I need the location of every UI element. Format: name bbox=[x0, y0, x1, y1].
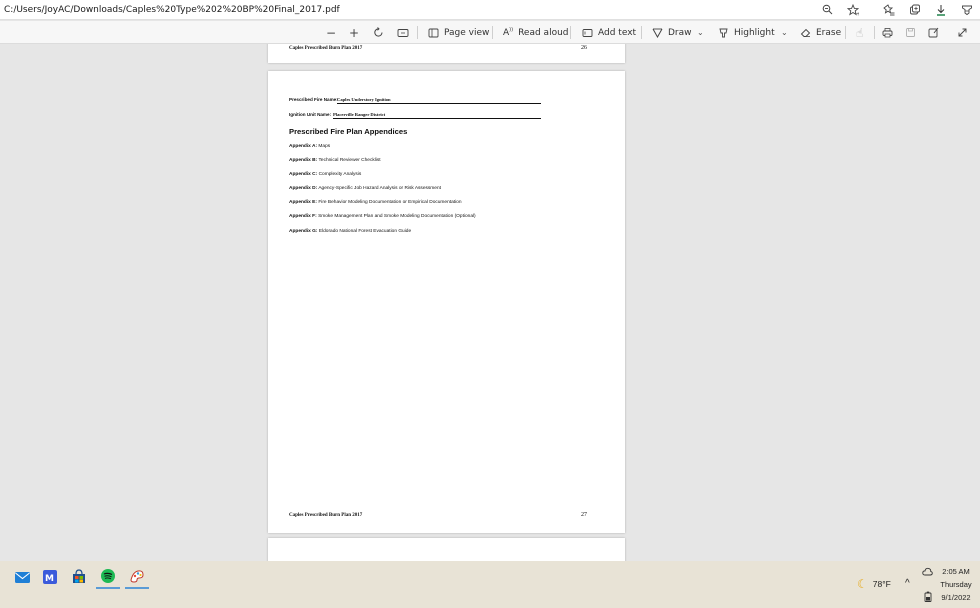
appendix-item: Appendix E: Fire Behavior Modeling Docum… bbox=[289, 200, 462, 205]
add-text-label: Add text bbox=[598, 27, 637, 38]
toolbar-divider bbox=[874, 26, 875, 39]
unit-name-value: Placerville Ranger District bbox=[333, 112, 386, 117]
page-view-button[interactable]: Page view bbox=[428, 21, 489, 44]
store-icon[interactable] bbox=[67, 565, 91, 589]
clock-time[interactable]: 2:05 AM bbox=[938, 567, 974, 576]
erase-label: Erase bbox=[816, 27, 842, 38]
read-aloud-label: Read aloud bbox=[518, 27, 569, 38]
downloads-icon[interactable] bbox=[928, 0, 954, 20]
unit-name-label: Ignition Unit Name: bbox=[289, 112, 332, 117]
favorite-star-icon[interactable]: + bbox=[840, 0, 866, 20]
save-as-button[interactable] bbox=[928, 21, 939, 44]
fire-name-value: Caples Understory Ignition bbox=[337, 97, 391, 102]
touch-write-button[interactable]: ☝ bbox=[856, 21, 863, 44]
zoom-in-button[interactable]: + bbox=[349, 21, 359, 44]
draw-label: Draw bbox=[668, 27, 692, 38]
pdf-page-26: Caples Prescribed Burn Plan 2017 26 bbox=[268, 44, 625, 63]
tasks-icon[interactable]: M bbox=[38, 565, 62, 589]
save-icon bbox=[906, 28, 915, 37]
favorites-list-icon[interactable] bbox=[876, 0, 902, 20]
address-bar: C:/Users/JoyAC/Downloads/Caples%20Type%2… bbox=[0, 0, 980, 20]
toolbar-divider bbox=[641, 26, 642, 39]
chevron-down-icon: ⌄ bbox=[781, 28, 788, 37]
extensions-icon[interactable] bbox=[954, 0, 980, 20]
mail-icon[interactable] bbox=[10, 565, 34, 589]
appendix-item: Appendix D: Agency-Specific Job Hazard A… bbox=[289, 186, 441, 191]
page-footer-title: Caples Prescribed Burn Plan 2017 bbox=[289, 513, 363, 518]
chevron-down-icon: ⌄ bbox=[697, 28, 704, 37]
print-icon bbox=[882, 28, 893, 38]
fit-page-icon bbox=[397, 28, 409, 37]
battery-icon[interactable] bbox=[924, 591, 932, 604]
eraser-icon bbox=[800, 28, 811, 37]
minus-icon: − bbox=[326, 25, 337, 40]
appendix-item: Appendix F: Smoke Management Plan and Sm… bbox=[289, 214, 476, 219]
read-aloud-button[interactable]: A)) Read aloud bbox=[503, 21, 569, 44]
zoom-icon[interactable] bbox=[814, 0, 840, 20]
weather-temp: 78°F bbox=[872, 579, 891, 589]
highlight-icon bbox=[719, 28, 728, 38]
print-button[interactable] bbox=[882, 21, 893, 44]
fire-name-field: Prescribed Fire Name: Caples Understory … bbox=[289, 97, 541, 104]
highlight-label: Highlight bbox=[734, 27, 775, 38]
section-title: Prescribed Fire Plan Appendices bbox=[289, 127, 408, 136]
draw-options-button[interactable]: ⌄ bbox=[697, 21, 704, 44]
fire-name-label: Prescribed Fire Name: bbox=[289, 97, 338, 102]
add-text-button[interactable]: Add text bbox=[582, 21, 636, 44]
erase-button[interactable]: Erase bbox=[800, 21, 841, 44]
rotate-icon bbox=[374, 27, 383, 37]
toolbar-divider bbox=[417, 26, 418, 39]
read-aloud-icon: A)) bbox=[503, 27, 514, 38]
toolbar-divider bbox=[845, 26, 846, 39]
fit-page-button[interactable] bbox=[397, 21, 409, 44]
toolbar-divider bbox=[570, 26, 571, 39]
moon-icon: ☾ bbox=[857, 577, 868, 591]
highlight-button[interactable]: Highlight bbox=[718, 21, 775, 44]
clock-day[interactable]: Thursday bbox=[938, 580, 974, 589]
spotify-icon[interactable] bbox=[96, 565, 120, 589]
pdf-toolbar: − + Page view A)) Read aloud Add text Dr… bbox=[0, 21, 980, 44]
unit-name-field: Ignition Unit Name: Placerville Ranger D… bbox=[289, 112, 541, 119]
fullscreen-button[interactable] bbox=[957, 21, 968, 44]
clock-date[interactable]: 9/1/2022 bbox=[938, 593, 974, 602]
hand-icon: ☝ bbox=[856, 25, 864, 40]
page-view-label: Page view bbox=[444, 27, 490, 38]
draw-button[interactable]: Draw bbox=[652, 21, 692, 44]
cloud-icon[interactable] bbox=[922, 567, 933, 578]
taskbar: M ☾ 78°F ^ 2:05 AM Thursday 9/1/2022 bbox=[0, 561, 980, 608]
save-as-icon bbox=[928, 27, 939, 38]
draw-icon bbox=[652, 28, 663, 38]
fire-name-underline bbox=[337, 103, 541, 104]
weather-widget[interactable]: ☾ 78°F bbox=[857, 577, 891, 591]
pdf-page-28 bbox=[268, 538, 625, 561]
page-footer-title: Caples Prescribed Burn Plan 2017 bbox=[289, 46, 363, 51]
page-view-icon bbox=[428, 28, 439, 37]
svg-text:+: + bbox=[856, 11, 859, 16]
appendix-item: Appendix A: Maps bbox=[289, 144, 331, 149]
appendix-item: Appendix B: Technical Reviewer Checklist bbox=[289, 158, 381, 163]
chevron-up-icon[interactable]: ^ bbox=[905, 578, 910, 589]
zoom-out-button[interactable]: − bbox=[326, 21, 336, 44]
save-button[interactable] bbox=[905, 21, 916, 44]
add-text-icon bbox=[582, 28, 593, 37]
svg-text:M: M bbox=[45, 574, 54, 584]
url-field[interactable]: C:/Users/JoyAC/Downloads/Caples%20Type%2… bbox=[0, 5, 814, 15]
appendix-item: Appendix G: Eldorado National Forest Eva… bbox=[289, 229, 412, 234]
appendix-item: Appendix C: Complexity Analysis bbox=[289, 172, 362, 177]
highlight-options-button[interactable]: ⌄ bbox=[781, 21, 788, 44]
page-number: 27 bbox=[581, 512, 587, 518]
pdf-page-27: Prescribed Fire Name: Caples Understory … bbox=[268, 71, 625, 533]
page-number: 26 bbox=[581, 45, 587, 51]
paint-icon[interactable] bbox=[125, 565, 149, 589]
collections-icon[interactable] bbox=[902, 0, 928, 20]
toolbar-divider bbox=[492, 26, 493, 39]
rotate-button[interactable] bbox=[373, 21, 384, 44]
expand-icon bbox=[958, 28, 967, 37]
pdf-viewer[interactable]: Caples Prescribed Burn Plan 2017 26 Pres… bbox=[0, 44, 980, 561]
plus-icon: + bbox=[349, 25, 360, 40]
unit-name-underline bbox=[333, 118, 541, 119]
